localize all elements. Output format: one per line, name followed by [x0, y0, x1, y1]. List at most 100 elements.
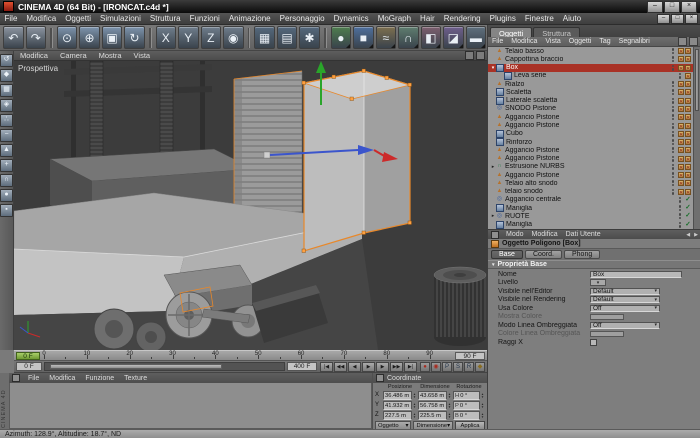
editor-visibility-dot-icon[interactable]	[672, 189, 675, 192]
prev-frame-button[interactable]: ◀	[348, 362, 361, 372]
record-position-button[interactable]: P	[442, 362, 452, 372]
prev-key-button[interactable]: ◀◀	[334, 362, 347, 372]
texture-tag-icon[interactable]: ✕	[685, 189, 691, 195]
menubar-item-aiuto[interactable]: Aiuto	[558, 14, 585, 23]
menubar-item-rendering[interactable]: Rendering	[439, 14, 485, 23]
spinner-down-icon[interactable]: ▾	[480, 406, 485, 409]
section-collapse-icon[interactable]: ▾	[492, 262, 495, 268]
render-visibility-dot-icon[interactable]	[679, 225, 682, 228]
gizmo-origin-handle[interactable]	[264, 152, 270, 158]
play-button[interactable]: ▶	[362, 362, 375, 372]
object-row-ruote[interactable]: ▸◎RUOTE✓	[488, 212, 693, 220]
menubar-item-finestre[interactable]: Finestre	[520, 14, 558, 23]
object-manager-menu-oggetti[interactable]: Oggetti	[565, 38, 596, 45]
next-key-button[interactable]: ▶▶	[390, 362, 403, 372]
texture-tag-icon[interactable]: ✕	[685, 98, 691, 104]
coordinate-system-icon[interactable]: ◉	[223, 26, 244, 49]
menubar-item-oggetti[interactable]: Oggetti	[61, 14, 96, 23]
texture-tag-icon[interactable]: ✕	[678, 172, 684, 178]
texture-tag-icon[interactable]: ✕	[678, 81, 684, 87]
texture-tag-icon[interactable]: ✕	[685, 156, 691, 162]
record-keyframe-button[interactable]: ●	[420, 362, 430, 372]
size-x-spinner[interactable]: ▴▾	[447, 391, 452, 400]
position-z-input[interactable]: 227.5 m	[383, 411, 412, 420]
viewport-menu-vista[interactable]: Vista	[128, 51, 157, 60]
history-forward-icon[interactable]: ▶	[692, 232, 700, 238]
editor-visibility-dot-icon[interactable]	[679, 213, 682, 216]
editor-visibility-dot-icon[interactable]	[672, 89, 675, 92]
range-scrollbar-thumb[interactable]	[50, 364, 222, 369]
editor-visibility-dot-icon[interactable]	[679, 197, 682, 200]
texture-tag-icon[interactable]: ✕	[678, 180, 684, 186]
history-back-icon[interactable]: ◀	[684, 232, 692, 238]
visibility-dots-icon[interactable]	[672, 147, 675, 154]
render-visibility-dot-icon[interactable]	[672, 85, 675, 88]
menubar-item-personaggio[interactable]: Personaggio	[275, 14, 329, 23]
attr-tab-coord[interactable]: Coord.	[525, 250, 562, 259]
visibility-dots-icon[interactable]	[672, 188, 675, 195]
texture-tag-icon[interactable]: ✕	[685, 106, 691, 112]
rotation-x-spinner[interactable]: ▴▾	[480, 391, 485, 400]
editor-visibility-dot-icon[interactable]	[672, 81, 675, 84]
spinner-down-icon[interactable]: ▾	[412, 396, 417, 399]
add-spline-icon[interactable]: ≈	[376, 26, 397, 49]
texture-tag-icon[interactable]: ✕	[678, 56, 684, 62]
range-scrollbar[interactable]	[44, 362, 285, 371]
visibility-dots-icon[interactable]	[672, 155, 675, 162]
attribute-section-header[interactable]: ▾ Proprietà Base	[488, 260, 700, 269]
menubar-item-dynamics[interactable]: Dynamics	[329, 14, 373, 23]
visibile-nell-editor-select[interactable]: Default▾	[590, 288, 660, 295]
texture-tag-icon[interactable]: ✕	[678, 147, 684, 153]
editor-visibility-dot-icon[interactable]	[672, 56, 675, 59]
editor-visibility-dot-icon[interactable]	[672, 156, 675, 159]
livello-popup[interactable]: ▾	[590, 279, 606, 286]
editor-visibility-dot-icon[interactable]	[672, 123, 675, 126]
render-picture-viewer-icon[interactable]: ▤	[277, 26, 298, 49]
render-visibility-dot-icon[interactable]	[672, 134, 675, 137]
render-visibility-dot-icon[interactable]	[679, 209, 682, 212]
undo-icon[interactable]: ↶	[3, 26, 24, 49]
material-list[interactable]	[9, 383, 372, 429]
material-menu-modifica[interactable]: Modifica	[44, 375, 80, 382]
object-row-aggancio-pistone[interactable]: ▲Aggancio Pistone✕✕	[488, 121, 693, 129]
viewport-label[interactable]: Prospettiva	[18, 64, 58, 73]
editor-visibility-dot-icon[interactable]	[672, 139, 675, 142]
texture-tag-icon[interactable]: ✕	[678, 48, 684, 54]
visibility-dots-icon[interactable]	[672, 97, 675, 104]
object-row-cappottina-braccio[interactable]: ▲Cappottina braccio✕✕	[488, 55, 693, 63]
viewport-layout-icon[interactable]	[465, 51, 474, 60]
rotation-y-spinner[interactable]: ▴▾	[480, 401, 485, 410]
range-start-input[interactable]: 0 F	[16, 362, 42, 371]
visibility-dots-icon[interactable]	[672, 89, 675, 96]
object-row-snodo-pistone[interactable]: ◎SNODO Pistone✕✕	[488, 105, 693, 113]
size-x-input[interactable]: 43.658 m	[418, 391, 447, 400]
menubar-item-hair[interactable]: Hair	[416, 14, 440, 23]
rotation-z-input[interactable]: B0 °	[453, 411, 480, 420]
tab-oggetti[interactable]: Oggetti	[490, 27, 532, 37]
visibile-nel-rendering-select[interactable]: Default▾	[590, 296, 660, 303]
size-z-input[interactable]: 225.5 m	[418, 411, 447, 420]
rotate-tool-icon[interactable]: ↻	[124, 26, 145, 49]
range-end-input[interactable]: 400 F	[287, 362, 317, 371]
menubar-item-file[interactable]: File	[0, 14, 22, 23]
editor-visibility-dot-icon[interactable]	[672, 106, 675, 109]
object-row-estrusione-nurbs[interactable]: ▸∩Estrusione NURBS✕✕	[488, 163, 693, 171]
render-visibility-dot-icon[interactable]	[672, 176, 675, 179]
rotation-x-input[interactable]: H0 °	[453, 391, 480, 400]
object-row-aggancio-centrale[interactable]: ◎Aggancio centrale✓	[488, 196, 693, 204]
visibility-dots-icon[interactable]	[672, 56, 675, 63]
minimize-button[interactable]: –	[647, 1, 663, 13]
timeline-track[interactable]: 0102030405060708090	[44, 351, 451, 360]
add-scene-icon[interactable]: ▬	[466, 26, 487, 49]
next-frame-button[interactable]: ▶	[376, 362, 389, 372]
position-x-spinner[interactable]: ▴▾	[412, 391, 417, 400]
record-rotation-button[interactable]: R	[464, 362, 474, 372]
render-visibility-dot-icon[interactable]	[672, 184, 675, 187]
object-row-maniglia[interactable]: Maniglia✓	[488, 221, 693, 229]
texture-tag-icon[interactable]: ✕	[685, 89, 691, 95]
texture-tag-icon[interactable]: ✕	[685, 65, 691, 71]
texture-tag-icon[interactable]: ✕	[685, 123, 691, 129]
spinner-down-icon[interactable]: ▾	[480, 416, 485, 419]
texture-tag-icon[interactable]: ✕	[678, 89, 684, 95]
render-visibility-dot-icon[interactable]	[672, 159, 675, 162]
